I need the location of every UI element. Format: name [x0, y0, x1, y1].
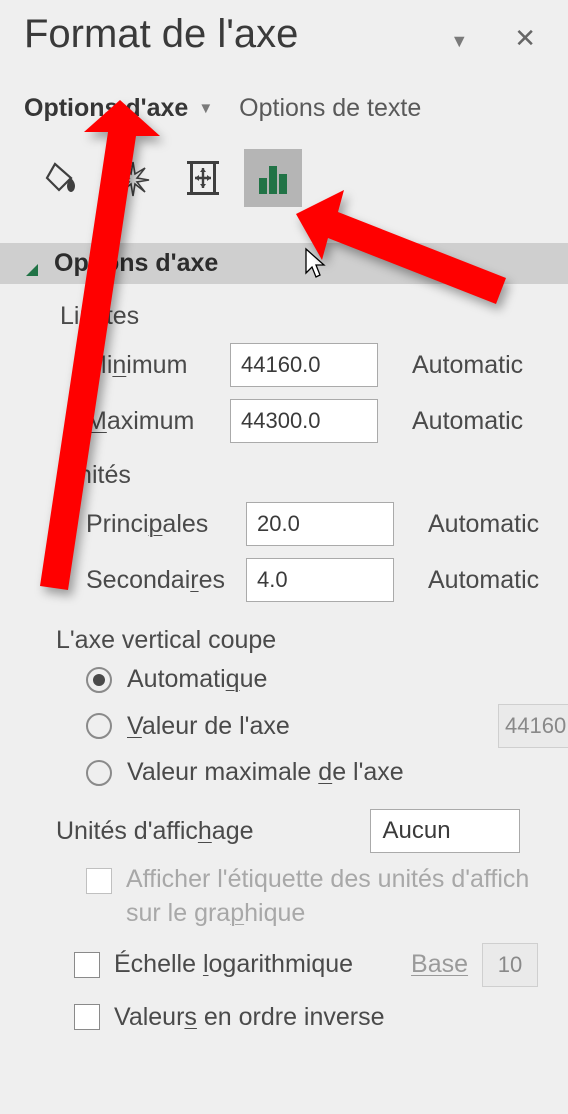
reverse-label: Valeurs en ordre inverse: [114, 1003, 385, 1032]
units-major-auto[interactable]: Automatic: [428, 510, 539, 539]
show-display-units-label-row: Afficher l'étiquette des unités d'affich…: [86, 863, 568, 931]
radio-auto-button[interactable]: [86, 667, 112, 693]
limits-max-label: Maximum: [86, 407, 230, 436]
tab-size[interactable]: [174, 149, 232, 207]
radio-at-value-label: Valeur de l'axe: [127, 712, 290, 741]
axis-cross-header: L'axe vertical coupe: [56, 626, 568, 655]
tab-fill[interactable]: [34, 149, 92, 207]
effects-icon: [113, 158, 153, 198]
show-display-units-label-checkbox: [86, 868, 112, 894]
paint-bucket-icon: [43, 158, 83, 198]
log-base-label: Base: [411, 950, 468, 979]
cursor-icon: [303, 247, 327, 281]
chevron-down-icon: ▼: [198, 100, 213, 117]
section-header-axis-options[interactable]: Options d'axe: [0, 243, 568, 284]
radio-at-max-label: Valeur maximale de l'axe: [127, 758, 404, 787]
pane-menu-button[interactable]: ▼: [440, 25, 478, 58]
tab-axis-options[interactable]: Options d'axe ▼: [24, 94, 213, 123]
units-minor-auto[interactable]: Automatic: [428, 566, 539, 595]
radio-at-max[interactable]: Valeur maximale de l'axe: [86, 758, 568, 787]
limits-max-auto[interactable]: Automatic: [412, 407, 523, 436]
radio-at-max-button[interactable]: [86, 760, 112, 786]
units-header: Unités: [60, 461, 568, 490]
display-units-label: Unités d'affichage: [56, 817, 254, 846]
radio-auto[interactable]: Automatique: [86, 665, 568, 694]
reverse-checkbox[interactable]: [74, 1004, 100, 1030]
log-scale-checkbox[interactable]: [74, 952, 100, 978]
show-display-units-label-text: Afficher l'étiquette des unités d'affich…: [126, 863, 529, 931]
display-units-value: Aucun: [383, 817, 451, 845]
units-major-input[interactable]: [246, 502, 394, 546]
limits-min-auto[interactable]: Automatic: [412, 351, 523, 380]
section-title: Options d'axe: [54, 249, 218, 278]
radio-at-value-button[interactable]: [86, 713, 112, 739]
axis-cross-value-input: 44160: [498, 704, 568, 748]
size-icon: [181, 156, 225, 200]
collapse-triangle-icon: [24, 262, 40, 278]
close-button[interactable]: ✕: [506, 21, 544, 56]
units-major-label: Principales: [86, 510, 246, 539]
tab-effects[interactable]: [104, 149, 162, 207]
tab-axis-options-label: Options d'axe: [24, 94, 188, 123]
limits-header: Limites: [60, 302, 568, 331]
limits-max-input[interactable]: [230, 399, 378, 443]
log-base-input: 10: [482, 943, 538, 987]
pane-title: Format de l'axe: [24, 12, 298, 57]
radio-at-value[interactable]: Valeur de l'axe 44160: [86, 704, 568, 748]
log-scale-label: Échelle logarithmique: [114, 950, 353, 979]
limits-min-label: Minimum: [86, 351, 230, 380]
tab-axis-options-icon[interactable]: [244, 149, 302, 207]
tab-text-options[interactable]: Options de texte: [239, 94, 421, 123]
limits-min-input[interactable]: [230, 343, 378, 387]
bar-chart-icon: [253, 158, 293, 198]
units-minor-input[interactable]: [246, 558, 394, 602]
radio-auto-label: Automatique: [127, 665, 267, 694]
tab-text-options-label: Options de texte: [239, 94, 421, 123]
units-minor-label: Secondaires: [86, 566, 246, 595]
display-units-select[interactable]: Aucun: [370, 809, 520, 853]
